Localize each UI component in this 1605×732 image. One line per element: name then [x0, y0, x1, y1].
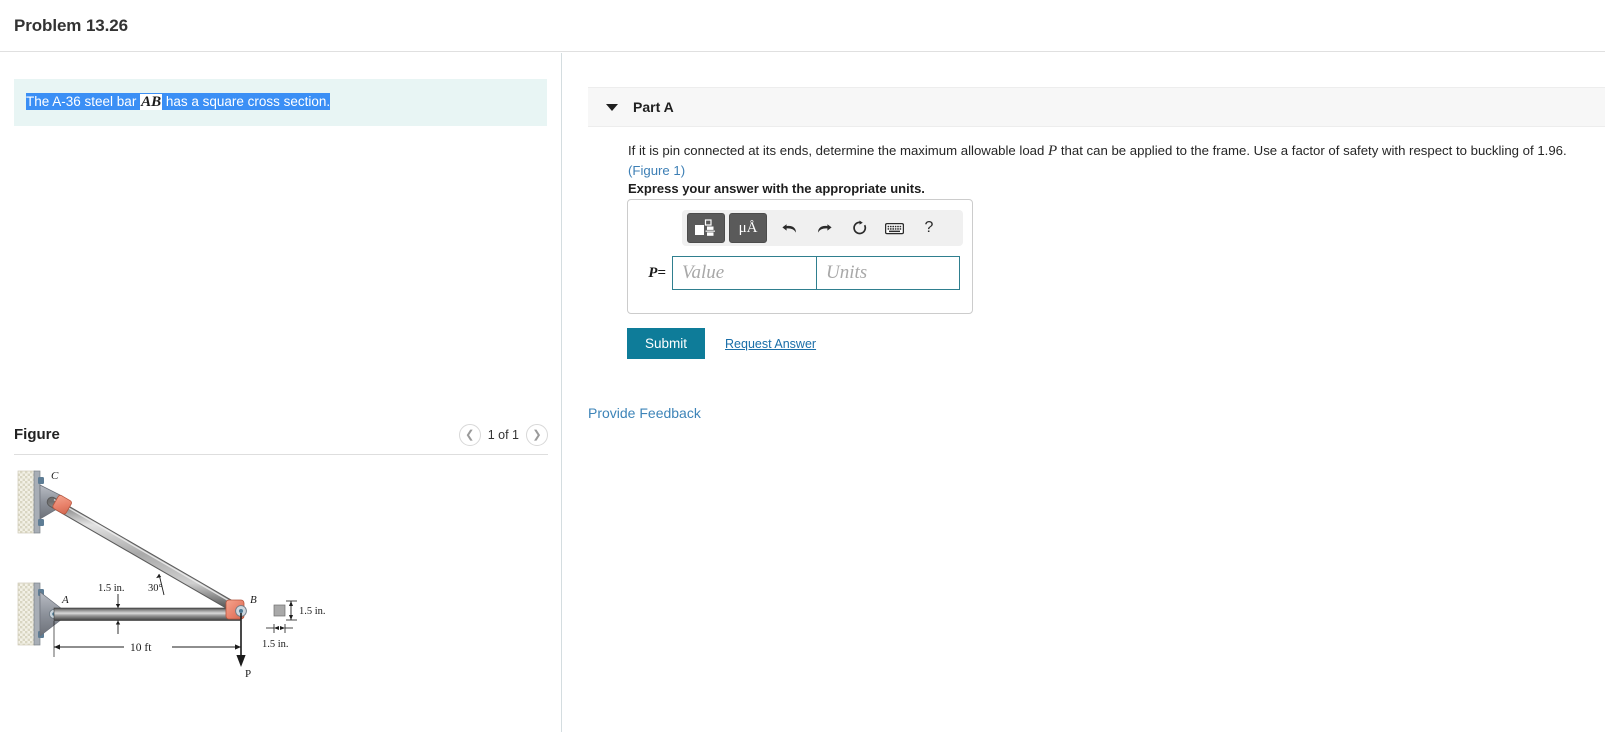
- answer-toolbar: μÅ ?: [682, 210, 963, 246]
- page-title: Problem 13.26: [14, 15, 128, 35]
- redo-glyph: [817, 223, 832, 233]
- question-text-part2: that can be applied to the frame. Use a …: [1057, 143, 1567, 158]
- help-icon[interactable]: ?: [916, 214, 942, 242]
- page-header: Problem 13.26: [0, 0, 1605, 52]
- figure-image[interactable]: C A B 1.5 in. 30° 10 ft P 1.5 in. 1.5 in…: [0, 461, 561, 732]
- body-split: The A-36 steel bar AB has a square cross…: [0, 53, 1605, 732]
- provide-feedback-link[interactable]: Provide Feedback: [588, 405, 701, 421]
- units-icon[interactable]: μÅ: [729, 213, 767, 243]
- answer-entry-box: μÅ ? P= Value Units: [627, 199, 973, 314]
- answer-variable-label: P=: [638, 265, 672, 282]
- keyboard-icon[interactable]: [881, 214, 907, 242]
- load-label-p: P: [245, 668, 251, 680]
- reset-icon[interactable]: [846, 214, 872, 242]
- right-panel: Part A If it is pin connected at its end…: [562, 53, 1605, 732]
- figure-count: 1 of 1: [487, 427, 519, 442]
- figure-nav: ❮ 1 of 1 ❯: [458, 423, 548, 446]
- figure-label: Figure: [14, 426, 60, 443]
- figure-1-link[interactable]: (Figure 1): [628, 163, 685, 178]
- submit-row: Submit Request Answer: [627, 328, 816, 359]
- label-b: B: [250, 594, 257, 606]
- frame-diagram-svg: C A B 1.5 in. 30° 10 ft P 1.5 in. 1.5 in…: [17, 470, 326, 680]
- label-c: C: [51, 470, 59, 482]
- problem-statement-text: The A-36 steel bar AB has a square cross…: [26, 92, 535, 112]
- dim-span: 10 ft: [53, 621, 242, 657]
- statement-prefix: The A-36 steel bar: [26, 94, 141, 109]
- problem-page: Problem 13.26 The A-36 steel bar AB has …: [0, 0, 1605, 732]
- question-variable-p: P: [1048, 143, 1058, 159]
- math-template-glyph: [695, 219, 715, 236]
- figure-header: Figure ❮ 1 of 1 ❯: [14, 415, 548, 455]
- pin-collar-b: [225, 599, 247, 620]
- request-answer-link[interactable]: Request Answer: [725, 337, 816, 351]
- math-template-icon[interactable]: [687, 213, 725, 243]
- statement-selection: The A-36 steel bar AB has a square cross…: [26, 93, 331, 110]
- dim-angle-label: 30°: [148, 583, 163, 594]
- dim-bar-depth-label: 1.5 in.: [98, 583, 125, 594]
- units-icon-label: μÅ: [738, 219, 758, 236]
- statement-suffix: has a square cross section.: [162, 94, 331, 109]
- bar-bc: [46, 496, 238, 612]
- undo-icon[interactable]: [776, 214, 802, 242]
- value-input[interactable]: [672, 256, 816, 290]
- caret-down-icon[interactable]: [606, 103, 618, 111]
- redo-icon[interactable]: [811, 214, 837, 242]
- chevron-left-icon[interactable]: ❮: [458, 423, 481, 446]
- label-a: A: [61, 594, 69, 606]
- undo-glyph: [781, 223, 796, 233]
- keyboard-glyph: [884, 222, 904, 234]
- part-a-header[interactable]: Part A: [588, 87, 1605, 127]
- chevron-right-icon[interactable]: ❯: [526, 423, 548, 446]
- dim-span-label: 10 ft: [130, 642, 152, 654]
- statement-variable: AB: [140, 94, 163, 110]
- dim-angle: 30°: [148, 573, 165, 596]
- submit-button[interactable]: Submit: [627, 328, 706, 359]
- question-text: If it is pin connected at its ends, dete…: [628, 141, 1588, 180]
- express-units-note: Express your answer with the appropriate…: [628, 181, 925, 196]
- help-icon-label: ?: [924, 219, 934, 236]
- answer-row: P=: [638, 256, 960, 290]
- part-a-title: Part A: [633, 99, 674, 115]
- section-width-label: 1.5 in.: [262, 639, 289, 650]
- bar-ab: [53, 607, 241, 621]
- problem-statement-box: The A-36 steel bar AB has a square cross…: [14, 79, 547, 127]
- reset-glyph: [852, 220, 866, 235]
- section-height-label: 1.5 in.: [299, 606, 326, 617]
- question-text-part1: If it is pin connected at its ends, dete…: [628, 143, 1049, 158]
- left-panel: The A-36 steel bar AB has a square cross…: [0, 53, 562, 732]
- answer-equals: =: [657, 264, 666, 281]
- units-input[interactable]: [816, 256, 960, 290]
- cross-section-detail: 1.5 in. 1.5 in.: [262, 600, 326, 650]
